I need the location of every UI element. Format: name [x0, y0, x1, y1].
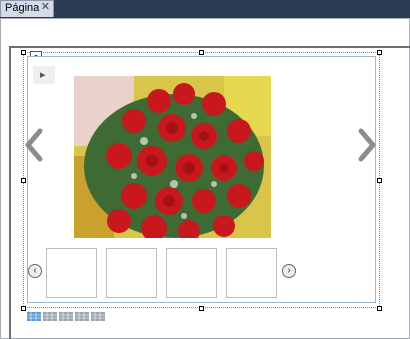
carousel-next-button[interactable]: [357, 128, 377, 168]
thumbnail-prev-button[interactable]: ‹: [28, 264, 42, 278]
chevron-left-icon: [25, 128, 43, 162]
view-mode-selector[interactable]: [27, 308, 107, 321]
collapse-toggle-button[interactable]: ▸: [33, 66, 55, 84]
thumbnail-slot[interactable]: [106, 248, 157, 298]
thumbnail-next-button[interactable]: ›: [282, 264, 296, 278]
carousel-prev-button[interactable]: [24, 128, 44, 168]
resize-handle-top-right[interactable]: [377, 50, 382, 55]
page-margin-guide-left: [9, 46, 11, 339]
carousel-main-image: [74, 76, 271, 238]
resize-handle-top-left[interactable]: [21, 50, 26, 55]
chevron-left-icon: ‹: [33, 265, 37, 276]
tab-label: Página: [5, 2, 40, 14]
thumbnail-slot[interactable]: [166, 248, 217, 298]
resize-handle-left[interactable]: [21, 178, 26, 183]
document-tab-bar: Página ✕: [0, 0, 410, 19]
close-icon[interactable]: ✕: [41, 0, 50, 13]
caret-right-icon: ▸: [40, 69, 46, 81]
resize-handle-bottom[interactable]: [199, 306, 204, 311]
resize-handle-top[interactable]: [199, 50, 204, 55]
resize-handle-bottom-right[interactable]: [377, 306, 382, 311]
resize-handle-bottom-left[interactable]: [21, 306, 26, 311]
resize-handle-right[interactable]: [377, 178, 382, 183]
chevron-right-icon: ›: [287, 265, 291, 276]
thumbnail-slot[interactable]: [46, 248, 97, 298]
thumbnail-slot[interactable]: [226, 248, 277, 298]
tab-pagina[interactable]: Página ✕: [0, 0, 54, 17]
page-margin-guide-top: [9, 46, 410, 48]
chevron-right-icon: [358, 128, 376, 162]
